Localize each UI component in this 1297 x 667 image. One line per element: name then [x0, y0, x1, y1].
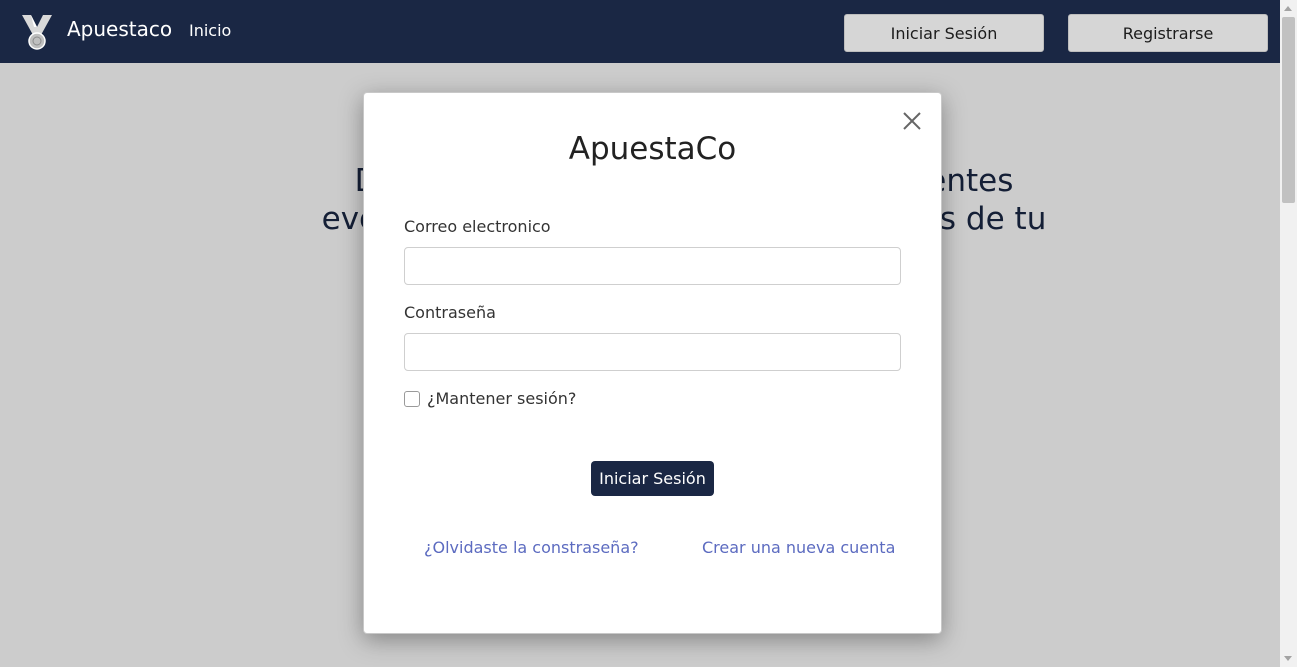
scroll-down-icon[interactable]	[1284, 656, 1292, 661]
medal-icon[interactable]	[22, 15, 52, 51]
scroll-up-icon[interactable]	[1284, 6, 1292, 11]
nav-link-inicio[interactable]: Inicio	[189, 21, 231, 40]
navbar: Apuestaco Inicio Iniciar Sesión Registra…	[0, 0, 1280, 63]
forgot-password-link[interactable]: ¿Olvidaste la constraseña?	[424, 538, 639, 557]
brand-name[interactable]: Apuestaco	[67, 17, 172, 41]
login-modal: ApuestaCo Correo electronico Contraseña …	[363, 92, 942, 634]
password-label: Contraseña	[404, 303, 496, 322]
modal-title: ApuestaCo	[568, 131, 737, 167]
email-field[interactable]	[404, 247, 901, 285]
create-account-link[interactable]: Crear una nueva cuenta	[702, 538, 895, 557]
scrollbar-thumb[interactable]	[1282, 17, 1295, 203]
navbar-register-button[interactable]: Registrarse	[1068, 14, 1268, 52]
email-label: Correo electronico	[404, 217, 551, 236]
navbar-login-button[interactable]: Iniciar Sesión	[844, 14, 1044, 52]
password-field[interactable]	[404, 333, 901, 371]
page: Apuestaco Inicio Iniciar Sesión Registra…	[0, 0, 1280, 667]
remember-checkbox[interactable]	[404, 391, 420, 407]
remember-label[interactable]: ¿Mantener sesión?	[427, 389, 576, 408]
scrollbar[interactable]	[1280, 0, 1297, 667]
login-submit-button[interactable]: Iniciar Sesión	[591, 461, 714, 496]
close-icon[interactable]	[900, 109, 924, 133]
